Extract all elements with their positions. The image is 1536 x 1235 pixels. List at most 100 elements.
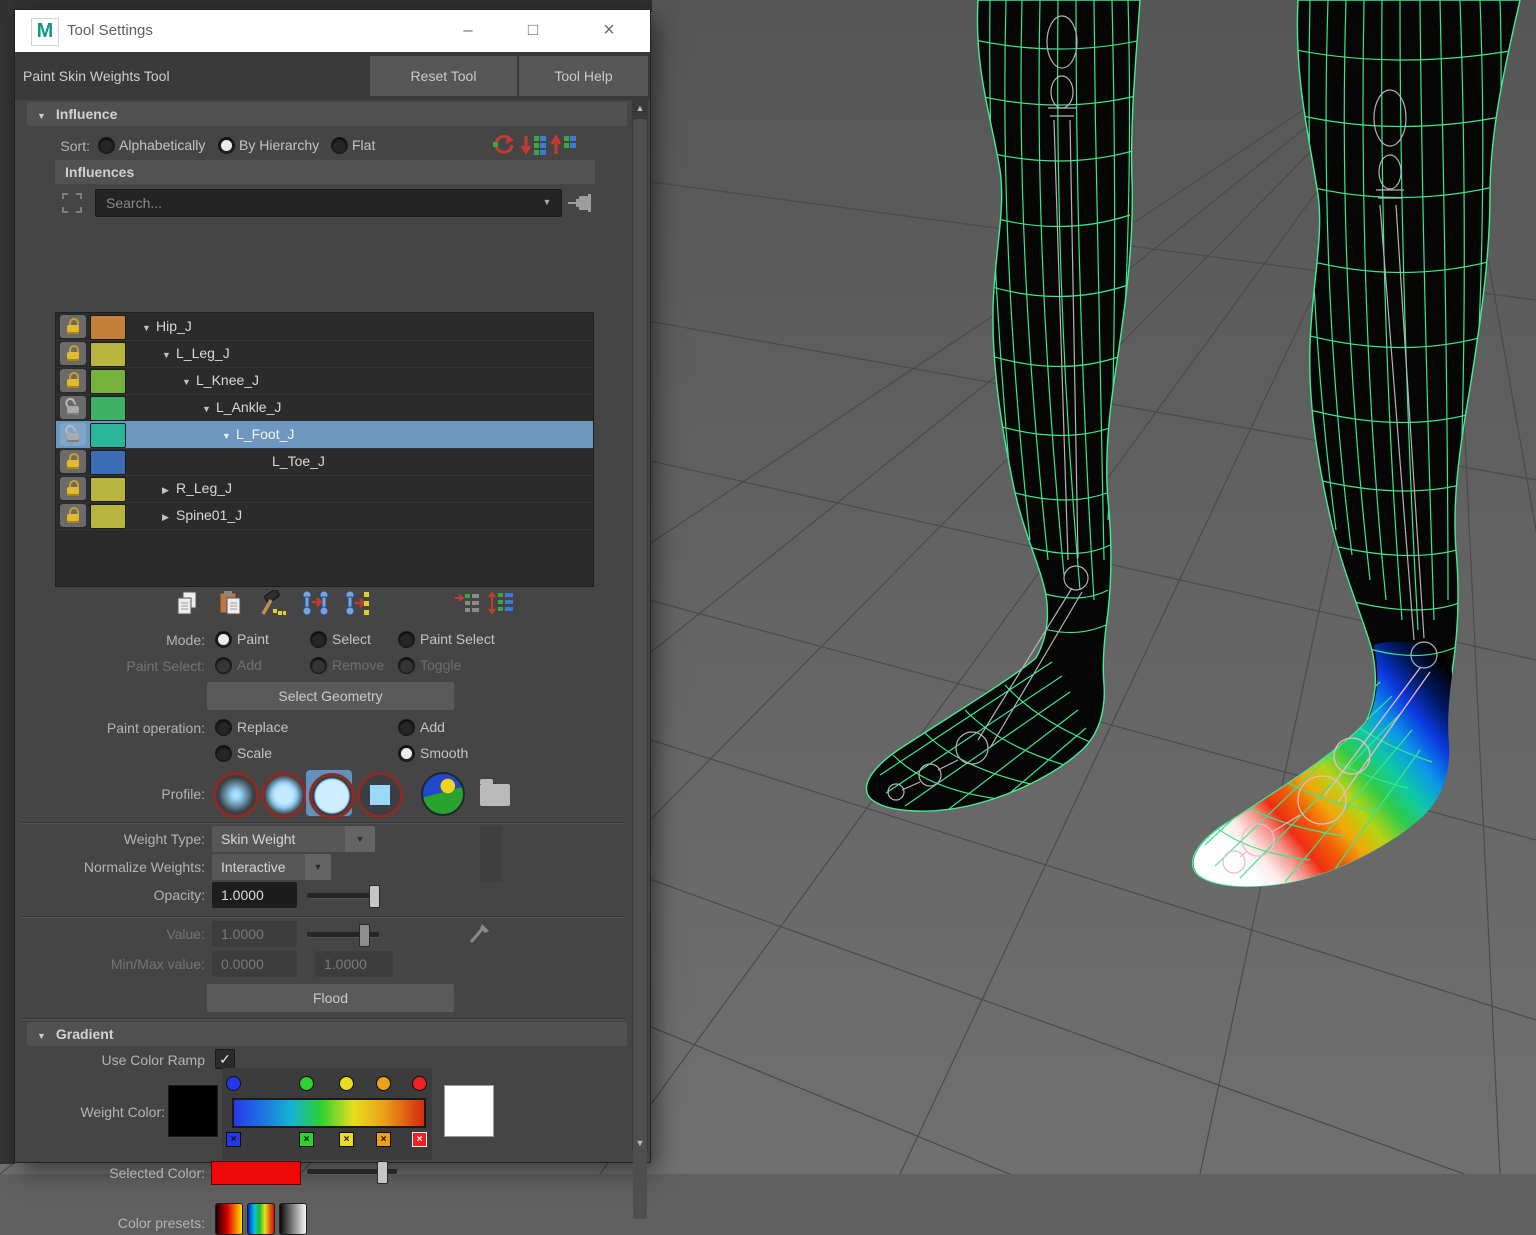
joint-color-swatch[interactable]: [90, 477, 126, 502]
sort-alphabetically-radio[interactable]: [98, 137, 115, 154]
lock-toggle[interactable]: [60, 423, 86, 446]
expand-arrow-icon[interactable]: ▼: [202, 396, 216, 423]
ramp-marker-yellow[interactable]: ×: [339, 1132, 354, 1147]
joint-color-swatch[interactable]: [90, 396, 126, 421]
joint-row-l-toe[interactable]: L_Toe_J: [56, 448, 593, 476]
preset-rainbow[interactable]: [247, 1203, 275, 1235]
ramp-stop-blue[interactable]: [226, 1076, 241, 1091]
sort-by-hierarchy-radio[interactable]: [218, 137, 235, 154]
minimize-button[interactable]: –: [442, 10, 494, 52]
joint-row-hip[interactable]: ▼Hip_J: [56, 313, 593, 341]
weight-type-dropdown-arrow[interactable]: ▼: [345, 826, 375, 852]
joint-color-swatch[interactable]: [90, 423, 126, 448]
lock-toggle[interactable]: [60, 396, 86, 419]
paint-op-smooth-radio[interactable]: [398, 745, 415, 762]
ramp-stop-orange[interactable]: [376, 1076, 391, 1091]
selected-color-swatch[interactable]: [211, 1161, 301, 1185]
close-button[interactable]: ×: [583, 10, 635, 52]
joint-row-r-leg[interactable]: ▶R_Leg_J: [56, 475, 593, 503]
expand-influence-list-icon[interactable]: [487, 590, 515, 616]
lock-toggle[interactable]: [60, 477, 86, 500]
selected-color-slider[interactable]: [307, 1169, 397, 1174]
influence-search-input[interactable]: [95, 189, 562, 217]
collapse-influence-list-icon[interactable]: [453, 590, 481, 616]
swap-weights-icon[interactable]: [343, 590, 371, 616]
joint-color-swatch[interactable]: [90, 342, 126, 367]
reset-tool-button[interactable]: Reset Tool: [370, 56, 517, 96]
soft-brush-button[interactable]: [261, 772, 307, 818]
select-geometry-button[interactable]: Select Geometry: [207, 682, 454, 710]
normalize-weights-dropdown[interactable]: Interactive: [212, 854, 305, 880]
joint-row-l-knee[interactable]: ▼L_Knee_J: [56, 367, 593, 395]
collapse-arrow-icon[interactable]: ▶: [162, 504, 176, 531]
move-influence-down-icon[interactable]: [521, 132, 547, 158]
weight-type-dropdown[interactable]: Skin Weight: [212, 826, 345, 852]
pin-search-icon[interactable]: [567, 192, 595, 214]
influence-section-header[interactable]: ▼Influence: [27, 102, 627, 126]
preset-black-red-yellow[interactable]: [215, 1203, 243, 1235]
preset-grayscale[interactable]: [279, 1203, 307, 1235]
paint-op-scale-radio[interactable]: [215, 745, 232, 762]
weight-hammer-icon[interactable]: [259, 590, 287, 616]
expand-arrow-icon[interactable]: ▼: [182, 369, 196, 396]
browse-brush-folder-icon[interactable]: [480, 784, 510, 806]
square-brush-button[interactable]: [357, 772, 403, 818]
refresh-influences-icon[interactable]: [491, 132, 517, 158]
scroll-up-arrow[interactable]: ▲: [632, 100, 648, 117]
move-influence-up-icon[interactable]: [551, 132, 577, 158]
selected-color-slider-handle[interactable]: [377, 1161, 388, 1184]
joint-row-l-ankle[interactable]: ▼L_Ankle_J: [56, 394, 593, 422]
collapse-arrow-icon[interactable]: ▶: [162, 477, 176, 504]
ramp-marker-orange[interactable]: ×: [376, 1132, 391, 1147]
select-marquee-icon[interactable]: [59, 190, 85, 216]
opacity-slider-handle[interactable]: [369, 885, 380, 908]
search-dropdown-arrow[interactable]: ▼: [535, 189, 559, 215]
mode-select-radio[interactable]: [310, 631, 327, 648]
expand-arrow-icon[interactable]: ▼: [142, 315, 156, 342]
lock-toggle[interactable]: [60, 342, 86, 365]
mode-paint-radio[interactable]: [215, 631, 232, 648]
lock-toggle[interactable]: [60, 504, 86, 527]
ramp-marker-blue[interactable]: ×: [226, 1132, 241, 1147]
mode-paint-select-radio[interactable]: [398, 631, 415, 648]
scrollbar-thumb[interactable]: [633, 119, 647, 1219]
sort-flat-radio[interactable]: [331, 137, 348, 154]
joint-row-l-foot-selected[interactable]: ▼L_Foot_J: [56, 421, 593, 449]
gaussian-brush-button[interactable]: [213, 772, 259, 818]
flood-button[interactable]: Flood: [207, 984, 454, 1012]
color-ramp-gradient-bar[interactable]: [232, 1098, 426, 1128]
weight-color-min-swatch[interactable]: [168, 1085, 218, 1137]
paint-op-replace-radio[interactable]: [215, 719, 232, 736]
scroll-down-arrow[interactable]: ▼: [632, 1135, 648, 1152]
joint-row-l-leg[interactable]: ▼L_Leg_J: [56, 340, 593, 368]
use-color-ramp-checkbox[interactable]: ✓: [215, 1049, 235, 1069]
lock-toggle[interactable]: [60, 450, 86, 473]
copy-weights-icon[interactable]: [175, 590, 201, 616]
joint-color-swatch[interactable]: [90, 504, 126, 529]
settings-scrollbar[interactable]: ▲ ▼: [632, 100, 648, 1152]
gradient-section-header[interactable]: ▼Gradient: [27, 1022, 627, 1046]
ramp-marker-green[interactable]: ×: [299, 1132, 314, 1147]
image-brush-button[interactable]: [421, 772, 465, 816]
expand-arrow-icon[interactable]: ▼: [162, 342, 176, 369]
lock-toggle[interactable]: [60, 315, 86, 338]
weight-color-max-swatch[interactable]: [444, 1085, 494, 1137]
ramp-marker-red-selected[interactable]: ×: [412, 1132, 427, 1147]
joint-color-swatch[interactable]: [90, 450, 126, 475]
expand-arrow-icon[interactable]: ▼: [222, 423, 236, 450]
normalize-weights-dropdown-arrow[interactable]: ▼: [305, 854, 331, 880]
opacity-field[interactable]: 1.0000: [212, 882, 297, 908]
maximize-button[interactable]: □: [507, 10, 559, 52]
ramp-stop-red[interactable]: [412, 1076, 427, 1091]
tool-help-button[interactable]: Tool Help: [519, 56, 648, 96]
opacity-slider[interactable]: [307, 893, 379, 898]
joint-row-spine01[interactable]: ▶Spine01_J: [56, 502, 593, 530]
paste-weights-icon[interactable]: [217, 590, 243, 616]
ramp-stop-yellow[interactable]: [339, 1076, 354, 1091]
lock-toggle[interactable]: [60, 369, 86, 392]
joint-color-swatch[interactable]: [90, 369, 126, 394]
paint-op-add-radio[interactable]: [398, 719, 415, 736]
move-weights-to-influence-icon[interactable]: [301, 590, 329, 616]
joint-color-swatch[interactable]: [90, 315, 126, 340]
ramp-stop-green[interactable]: [299, 1076, 314, 1091]
